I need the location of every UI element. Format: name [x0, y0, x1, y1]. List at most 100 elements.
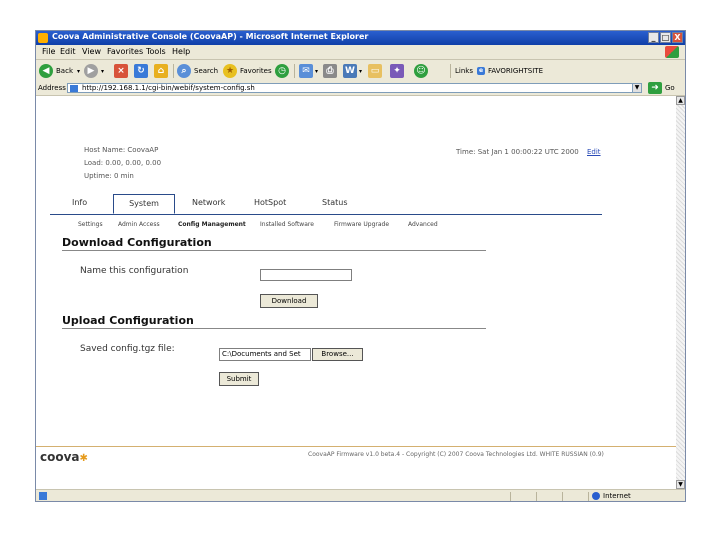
subtab-admin-access[interactable]: Admin Access: [118, 221, 160, 228]
main-tabs: Info System Network HotSpot Status: [50, 194, 602, 215]
vertical-scrollbar[interactable]: ▲ ▼: [676, 96, 685, 489]
address-label: Address: [38, 84, 66, 92]
stop-icon: ×: [114, 64, 128, 78]
windows-logo-icon: [665, 46, 679, 58]
favorites-star-icon: ★: [223, 64, 237, 78]
submit-button[interactable]: Submit: [219, 372, 259, 386]
messenger-icon: ☺: [414, 64, 428, 78]
print-button[interactable]: ⎙: [323, 63, 337, 79]
home-button[interactable]: ⌂: [154, 63, 168, 79]
footer-divider: [36, 446, 676, 447]
status-divider: [536, 492, 537, 501]
edit-dropdown-icon: ▾: [359, 67, 363, 75]
config-name-label: Name this configuration: [80, 266, 189, 276]
menu-help[interactable]: Help: [172, 47, 190, 56]
print-icon: ⎙: [323, 64, 337, 78]
history-button[interactable]: ◷: [275, 63, 289, 79]
links-item-label: FAVORIGHTSITE: [488, 67, 543, 75]
tab-info[interactable]: Info: [72, 198, 87, 207]
menu-view[interactable]: View: [82, 47, 101, 56]
toolbar: ◀ Back ▾ ▶ ▾ × ↻ ⌂ ⌕ Search ★ Favorites …: [36, 60, 685, 83]
host-name: Host Name: CoovaAP: [84, 146, 159, 154]
folder-icon: ▭: [368, 64, 382, 78]
subtab-config-management[interactable]: Config Management: [178, 221, 246, 228]
back-button[interactable]: ◀ Back ▾: [39, 63, 80, 79]
back-arrow-icon: ◀: [39, 64, 53, 78]
edit-page-icon: W: [343, 64, 357, 78]
address-url: http://192.168.1.1/cgi-bin/webif/system-…: [82, 84, 255, 92]
address-dropdown-icon[interactable]: ▼: [632, 83, 642, 93]
tab-status[interactable]: Status: [322, 198, 348, 207]
menu-favorites[interactable]: Favorites: [107, 47, 143, 56]
security-zone: Internet: [592, 492, 631, 500]
search-label: Search: [194, 67, 219, 75]
load-average: Load: 0.00, 0.00, 0.00: [84, 159, 162, 167]
subtab-installed-software[interactable]: Installed Software: [260, 221, 314, 228]
forward-arrow-icon: ▶: [84, 64, 98, 78]
minimize-button[interactable]: _: [648, 32, 659, 43]
tab-network[interactable]: Network: [192, 198, 225, 207]
toolbar-separator: [450, 64, 451, 78]
status-divider: [510, 492, 511, 501]
copyright-text: CoovaAP Firmware v1.0 beta.4 - Copyright…: [308, 451, 604, 458]
page-icon: [70, 85, 78, 92]
coova-star-icon: ✱: [79, 453, 88, 464]
search-button[interactable]: ⌕ Search: [177, 63, 218, 79]
title-bar: Coova Administrative Console (CoovaAP) -…: [36, 31, 685, 45]
go-label[interactable]: Go: [665, 84, 675, 92]
tab-hotspot[interactable]: HotSpot: [254, 198, 286, 207]
menu-bar: File Edit View Favorites Tools Help: [36, 45, 685, 60]
refresh-icon: ↻: [134, 64, 148, 78]
download-button[interactable]: Download: [260, 294, 318, 308]
status-bar: Internet: [36, 489, 685, 501]
page-status-icon: [39, 492, 47, 500]
address-input[interactable]: http://192.168.1.1/cgi-bin/webif/system-…: [67, 83, 640, 93]
scroll-down-icon[interactable]: ▼: [676, 480, 685, 489]
go-arrow-icon[interactable]: ➜: [648, 82, 662, 94]
browse-button[interactable]: Browse...: [312, 348, 363, 361]
menu-tools[interactable]: Tools: [146, 47, 166, 56]
status-divider: [562, 492, 563, 501]
tab-system[interactable]: System: [113, 194, 175, 214]
links-label: Links: [455, 67, 473, 75]
forward-button[interactable]: ▶ ▾: [84, 63, 104, 79]
research-button[interactable]: ✦: [390, 63, 404, 79]
menu-edit[interactable]: Edit: [60, 47, 76, 56]
subtab-settings[interactable]: Settings: [78, 221, 103, 228]
system-time: Time: Sat Jan 1 00:00:22 UTC 2000: [456, 148, 579, 156]
maximize-button[interactable]: □: [660, 32, 671, 43]
search-icon: ⌕: [177, 64, 191, 78]
toolbar-separator: [173, 64, 174, 78]
config-file-label: Saved config.tgz file:: [80, 344, 175, 354]
coova-logo-text: coova: [40, 450, 80, 464]
subtab-firmware-upgrade[interactable]: Firmware Upgrade: [334, 221, 389, 228]
uptime: Uptime: 0 min: [84, 172, 134, 180]
back-label: Back: [56, 67, 73, 75]
toolbar-separator: [294, 64, 295, 78]
browser-window: Coova Administrative Console (CoovaAP) -…: [35, 30, 686, 502]
window-title: Coova Administrative Console (CoovaAP) -…: [52, 32, 369, 41]
status-divider: [588, 492, 589, 501]
page-content: Host Name: CoovaAP Load: 0.00, 0.00, 0.0…: [36, 96, 676, 489]
config-name-input[interactable]: [260, 269, 352, 281]
download-divider: [62, 250, 486, 251]
messenger-button[interactable]: ☺: [414, 63, 428, 79]
mail-button[interactable]: ✉ ▾: [299, 63, 318, 79]
address-bar: Address http://192.168.1.1/cgi-bin/webif…: [36, 82, 685, 96]
time-edit-link[interactable]: Edit: [587, 148, 601, 156]
links-item[interactable]: e FAVORIGHTSITE: [477, 63, 543, 79]
download-heading: Download Configuration: [62, 236, 212, 249]
subtab-advanced[interactable]: Advanced: [408, 221, 438, 228]
scroll-up-icon[interactable]: ▲: [676, 96, 685, 105]
mail-icon: ✉: [299, 64, 313, 78]
discuss-button[interactable]: ▭: [368, 63, 382, 79]
config-file-input[interactable]: C:\Documents and Set: [219, 348, 311, 361]
close-button[interactable]: X: [672, 32, 683, 43]
stop-button[interactable]: ×: [114, 63, 128, 79]
refresh-button[interactable]: ↻: [134, 63, 148, 79]
menu-file[interactable]: File: [42, 47, 55, 56]
edit-button[interactable]: W ▾: [343, 63, 362, 79]
coova-logo: coova✱: [40, 450, 88, 464]
mail-dropdown-icon: ▾: [315, 67, 319, 75]
favorites-button[interactable]: ★ Favorites: [223, 63, 272, 79]
